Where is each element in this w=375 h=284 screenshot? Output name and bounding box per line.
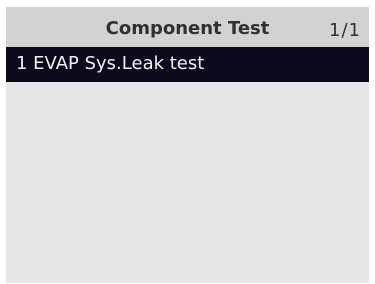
page-indicator: 1/1 bbox=[329, 20, 361, 41]
component-test-list: 1 EVAP Sys.Leak test bbox=[6, 47, 369, 82]
header-bar: Component Test 1/1 bbox=[6, 7, 369, 47]
scan-tool-screen: Component Test 1/1 1 EVAP Sys.Leak test bbox=[6, 7, 369, 283]
page-title: Component Test bbox=[105, 18, 270, 39]
list-item-evap-sys-leak-test[interactable]: 1 EVAP Sys.Leak test bbox=[6, 47, 369, 82]
